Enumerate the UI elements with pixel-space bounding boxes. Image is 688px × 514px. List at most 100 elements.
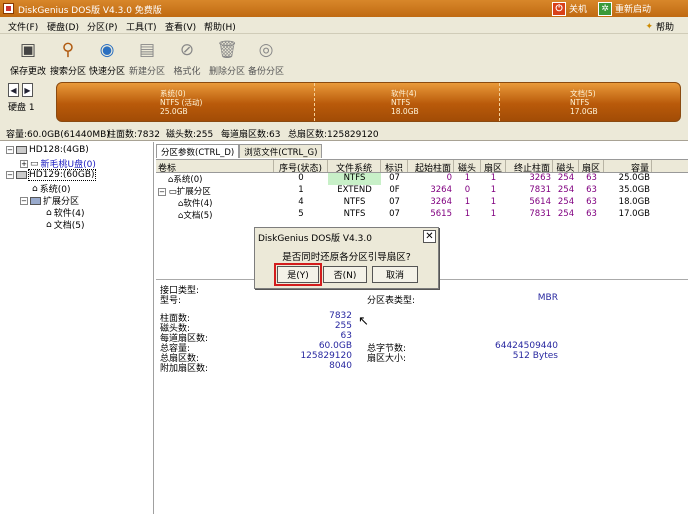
col-start-cylinder[interactable]: 起始柱面 bbox=[408, 160, 454, 174]
col-capacity[interactable]: 容量 bbox=[604, 160, 652, 174]
tab-strip: 分区参数(CTRL_D) 浏览文件(CTRL_G) bbox=[156, 144, 323, 158]
next-disk-button[interactable]: ▶ bbox=[22, 83, 33, 97]
restart-button[interactable]: ✲ 重新启动 bbox=[598, 1, 651, 16]
partition-segment-documents[interactable]: 文档(5) NTFS 17.0GB bbox=[500, 83, 680, 121]
power-icon: ⏻ bbox=[552, 1, 566, 16]
col-end-head[interactable]: 磁头 bbox=[553, 160, 579, 174]
collapse-icon[interactable]: − bbox=[6, 171, 14, 179]
menu-view[interactable]: 查看(V) bbox=[165, 20, 196, 33]
partition-table-type-value: MBR bbox=[537, 293, 558, 303]
tree-disk-hd129[interactable]: − HD129:(60GB) bbox=[6, 169, 96, 181]
menu-tools[interactable]: 工具(T) bbox=[126, 20, 157, 33]
heads-value: 255 bbox=[334, 321, 352, 331]
partition-icon: ⌂ bbox=[32, 183, 38, 194]
total-sectors-value: 125829120 bbox=[300, 351, 352, 361]
search-partition-button[interactable]: ⚲ 搜索分区 bbox=[46, 38, 90, 78]
format-button[interactable]: ⊘ 格式化 bbox=[165, 38, 209, 78]
tree-usb-partition[interactable]: + ▭ 新毛桃U盘(0) bbox=[20, 157, 96, 170]
backup-icon: ◎ bbox=[258, 40, 274, 60]
col-volume[interactable]: 卷标 bbox=[156, 160, 274, 174]
col-end-cylinder[interactable]: 终止柱面 bbox=[506, 160, 553, 174]
new-partition-icon: ▤ bbox=[138, 40, 156, 60]
extended-partition-icon: ▭ bbox=[168, 187, 177, 197]
usb-drive-icon: ▭ bbox=[30, 158, 39, 169]
extra-sectors-value: 8040 bbox=[329, 361, 352, 371]
app-icon bbox=[3, 3, 14, 14]
col-start-head[interactable]: 磁头 bbox=[454, 160, 481, 174]
dialog-message: 是否同时还原各分区引导扇区? bbox=[282, 252, 411, 263]
title-bar: DiskGenius DOS版 V4.3.0 免费版 ⏻ 关机 ✲ 重新启动 bbox=[0, 0, 688, 17]
col-start-sector[interactable]: 扇区 bbox=[481, 160, 506, 174]
table-row[interactable]: − ▭扩展分区 1 EXTEND 0F 3264 0 1 7831 254 63… bbox=[156, 185, 688, 197]
collapse-icon[interactable]: − bbox=[20, 196, 28, 205]
trash-icon: 🗑 bbox=[216, 40, 238, 60]
col-index[interactable]: 序号(状态) bbox=[274, 160, 328, 174]
partition-icon: ⌂ bbox=[46, 219, 52, 230]
tab-partition-params[interactable]: 分区参数(CTRL_D) bbox=[156, 144, 240, 158]
total-bytes-value: 64424509440 bbox=[495, 341, 558, 351]
collapse-icon[interactable]: − bbox=[158, 188, 166, 196]
table-header: 卷标 序号(状态) 文件系统 标识 起始柱面 磁头 扇区 终止柱面 磁头 扇区 … bbox=[156, 160, 688, 174]
menu-bar: 文件(F) 硬盘(D) 分区(P) 工具(T) 查看(V) 帮助(H) ✦ 帮助 bbox=[0, 17, 688, 34]
expand-icon[interactable]: + bbox=[20, 159, 28, 168]
partition-map-bar: 系统(0) NTFS (活动) 25.0GB 软件(4) NTFS 18.0GB… bbox=[56, 82, 681, 122]
sector-size-value: 512 Bytes bbox=[512, 351, 558, 361]
restart-icon: ✲ bbox=[598, 1, 612, 16]
partition-segment-software[interactable]: 软件(4) NTFS 18.0GB bbox=[315, 83, 500, 121]
partition-segment-system[interactable]: 系统(0) NTFS (活动) 25.0GB bbox=[57, 83, 315, 121]
disk-label: 硬盘 1 bbox=[8, 103, 35, 113]
menu-disk[interactable]: 硬盘(D) bbox=[47, 20, 79, 33]
menu-file[interactable]: 文件(F) bbox=[8, 20, 38, 33]
yes-button[interactable]: 是(Y) bbox=[274, 263, 322, 286]
window-title: DiskGenius DOS版 V4.3.0 免费版 bbox=[18, 6, 162, 16]
disk-heads: 磁头数:255 bbox=[166, 130, 214, 140]
total-capacity-value: 60.0GB bbox=[318, 341, 352, 351]
help-icon: ✦ bbox=[645, 21, 653, 32]
tree-partition-documents[interactable]: ⌂ 文档(5) bbox=[46, 218, 84, 232]
disk-total-sectors: 总扇区数:125829120 bbox=[288, 130, 379, 140]
table-row[interactable]: ⌂文档(5) 5 NTFS 07 5615 1 1 7831 254 63 17… bbox=[156, 209, 688, 221]
help-link[interactable]: ✦ 帮助 bbox=[645, 20, 674, 34]
sectors-per-track-value: 63 bbox=[340, 331, 352, 341]
cancel-button[interactable]: 取消 bbox=[372, 266, 418, 283]
tab-browse-files[interactable]: 浏览文件(CTRL_G) bbox=[239, 144, 323, 158]
col-end-sector[interactable]: 扇区 bbox=[579, 160, 604, 174]
menu-help[interactable]: 帮助(H) bbox=[204, 20, 236, 33]
magnifier-icon: ⚲ bbox=[61, 40, 75, 60]
close-icon[interactable]: ✕ bbox=[423, 230, 436, 243]
prev-disk-button[interactable]: ◀ bbox=[8, 83, 19, 97]
model-label: 型号: bbox=[160, 296, 182, 306]
format-icon: ⊘ bbox=[179, 40, 195, 60]
main-panel: 分区参数(CTRL_D) 浏览文件(CTRL_G) 卷标 序号(状态) 文件系统… bbox=[156, 142, 688, 514]
delete-partition-button[interactable]: 🗑 删除分区 bbox=[205, 38, 249, 78]
col-id[interactable]: 标识 bbox=[381, 160, 408, 174]
toolbar: ▣ 保存更改 ⚲ 搜索分区 ◉ 快速分区 ▤ 新建分区 ⊘ 格式化 🗑 删除分区… bbox=[0, 34, 688, 80]
save-changes-button[interactable]: ▣ 保存更改 bbox=[6, 38, 50, 78]
disk-cylinders: 柱面数:7832 bbox=[107, 130, 160, 140]
restore-boot-sector-dialog: DiskGenius DOS版 V4.3.0 ✕ 是否同时还原各分区引导扇区? … bbox=[254, 227, 439, 289]
quick-partition-button[interactable]: ◉ 快速分区 bbox=[85, 38, 129, 78]
cylinders-value: 7832 bbox=[329, 311, 352, 321]
disk-info-line: 容量:60.0GB(61440MB) 柱面数:7832 磁头数:255 每道扇区… bbox=[0, 124, 688, 141]
backup-partition-button[interactable]: ◎ 备份分区 bbox=[244, 38, 288, 78]
disk-sectors-per-track: 每道扇区数:63 bbox=[221, 130, 281, 140]
table-row[interactable]: ⌂软件(4) 4 NTFS 07 3264 1 1 5614 254 63 18… bbox=[156, 197, 688, 209]
table-row[interactable]: ⌂系统(0) 0 NTFS 07 0 1 1 3263 254 63 25.0G… bbox=[156, 173, 688, 185]
disk-save-icon: ▣ bbox=[19, 40, 37, 60]
menu-partition[interactable]: 分区(P) bbox=[87, 20, 117, 33]
mouse-cursor-icon: ↖ bbox=[358, 314, 369, 329]
disk-capacity: 容量:60.0GB(61440MB) bbox=[6, 130, 110, 140]
extended-partition-icon bbox=[30, 196, 41, 205]
new-partition-button[interactable]: ▤ 新建分区 bbox=[125, 38, 169, 78]
col-filesystem[interactable]: 文件系统 bbox=[328, 160, 381, 174]
shutdown-button[interactable]: ⏻ 关机 bbox=[552, 1, 587, 16]
disk-tree: − HD128:(4GB) + ▭ 新毛桃U盘(0) − HD129:(60GB… bbox=[0, 142, 154, 514]
tree-disk-hd128[interactable]: − HD128:(4GB) bbox=[6, 145, 89, 155]
partition-table-type-label: 分区表类型: bbox=[367, 296, 416, 306]
hard-disk-icon bbox=[16, 146, 27, 154]
disk-details-panel: 接口类型: 型号: 分区表类型: MBR 柱面数: 7832 磁头数: 255 … bbox=[156, 279, 688, 514]
extra-sectors-label: 附加扇区数: bbox=[160, 364, 209, 374]
no-button[interactable]: 否(N) bbox=[323, 266, 367, 283]
sector-size-label: 扇区大小: bbox=[367, 354, 407, 364]
collapse-icon[interactable]: − bbox=[6, 146, 14, 154]
